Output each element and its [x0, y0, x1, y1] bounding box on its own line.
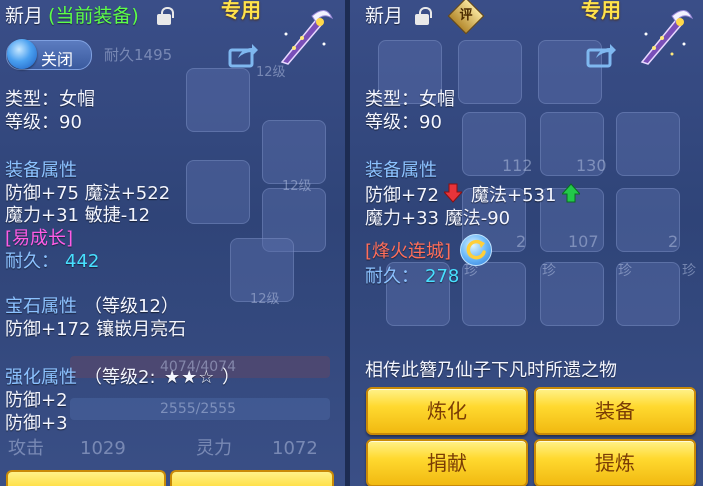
display-toggle[interactable]: 关闭 — [6, 39, 92, 70]
hairpin-item-icon[interactable] — [632, 4, 694, 66]
attribute-line: 魔力+31 敏捷-12 — [5, 205, 151, 226]
attribute-line: 魔力+33 魔法-90 — [365, 208, 511, 229]
attribute-magic: 魔法+531 — [471, 185, 557, 206]
item-name: 新月 — [365, 5, 404, 27]
background-mp-text: 2555/2555 — [160, 401, 236, 417]
level-line: 等级：90 — [365, 112, 442, 133]
refine-button[interactable]: 炼化 — [366, 387, 528, 435]
background-spirit-value: 1072 — [272, 438, 318, 459]
gem-level: （等级12） — [84, 296, 179, 317]
enhance-line: 防御+3 — [5, 413, 68, 434]
equipped-tag: (当前装备) — [48, 5, 139, 27]
background-spirit-label: 灵力 — [196, 438, 232, 459]
background-count: 2 — [668, 232, 679, 251]
enhance-attributes-title: 强化属性 — [5, 367, 77, 388]
enhance-close: ） — [222, 367, 240, 388]
stat-decrease-arrow-icon — [444, 183, 462, 203]
donate-button[interactable]: 捐献 — [366, 439, 528, 486]
type-line: 类型：女帽 — [365, 89, 455, 110]
durability-label: 耐久： — [5, 251, 59, 272]
hairpin-item-icon[interactable] — [272, 4, 334, 66]
special-effect-tag: [易成长] — [5, 228, 74, 249]
share-icon[interactable] — [586, 42, 616, 68]
background-count: 107 — [568, 232, 599, 251]
background-slot-level: 12级 — [282, 179, 312, 194]
background-rare-mark: 珍 — [464, 263, 478, 279]
background-slot-level: 12级 — [250, 292, 280, 307]
enhance-stars: ★★☆ — [164, 367, 216, 388]
equip-attributes-title: 装备属性 — [365, 160, 437, 181]
background-slot — [458, 40, 522, 104]
lock-icon[interactable] — [157, 7, 174, 25]
exclusive-label: 专用 — [221, 0, 261, 22]
equip-attributes-title: 装备属性 — [5, 160, 77, 181]
background-attack-label: 攻击 — [8, 438, 44, 459]
enhance-level: （等级2: — [84, 367, 156, 388]
evaluate-badge-label: 评 — [459, 7, 473, 23]
background-rare-mark: 珍 — [618, 263, 632, 279]
background-slot — [186, 68, 250, 132]
level-line: 等级：90 — [5, 112, 82, 133]
share-icon[interactable] — [228, 42, 258, 68]
background-button — [6, 470, 166, 486]
background-attack-value: 1029 — [80, 438, 126, 459]
background-rare-mark: 珍 — [682, 263, 696, 279]
background-count: 2 — [516, 232, 527, 251]
toggle-label: 关闭 — [41, 50, 74, 69]
stat-increase-arrow-icon — [562, 183, 580, 203]
background-slot-level: 12级 — [256, 65, 286, 80]
extract-button[interactable]: 提炼 — [534, 439, 696, 486]
exclusive-label: 专用 — [581, 0, 621, 22]
background-count: 112 — [502, 156, 533, 175]
item-description: 相传此簪乃仙子下凡时所遗之物 — [365, 360, 617, 381]
background-slot — [186, 160, 250, 224]
background-rare-mark: 珍 — [542, 263, 556, 279]
durability-value: 442 — [65, 251, 100, 272]
special-effect-tag: [烽火连城] — [365, 241, 452, 262]
enhance-line: 防御+2 — [5, 390, 68, 411]
background-button — [170, 470, 334, 486]
background-slot — [616, 112, 680, 176]
lock-icon[interactable] — [415, 7, 432, 25]
attribute-defense: 防御+72 — [365, 185, 439, 206]
gem-attributes-title: 宝石属性 — [5, 296, 77, 317]
equip-button[interactable]: 装备 — [534, 387, 696, 435]
attribute-line: 防御+75 魔法+522 — [5, 183, 171, 204]
type-line: 类型：女帽 — [5, 89, 95, 110]
durability-label: 耐久： — [365, 266, 419, 287]
equipped-item-panel: 耐久1495 12级 12级 12级 4074/4074 2555/2555 攻… — [0, 0, 345, 486]
gem-attribute-line: 防御+172 镶嵌月亮石 — [5, 319, 187, 340]
refresh-icon[interactable] — [460, 234, 492, 266]
durability-value: 278 — [425, 266, 460, 287]
background-durability-hint: 耐久1495 — [104, 46, 173, 64]
background-slot — [262, 120, 326, 184]
toggle-knob — [7, 39, 37, 69]
compared-item-panel: 112 130 2 107 2 珍 珍 珍 珍 新月 专用 类型：女帽 等级：9… — [350, 0, 703, 486]
item-name: 新月 — [5, 5, 44, 27]
background-count: 130 — [576, 156, 607, 175]
